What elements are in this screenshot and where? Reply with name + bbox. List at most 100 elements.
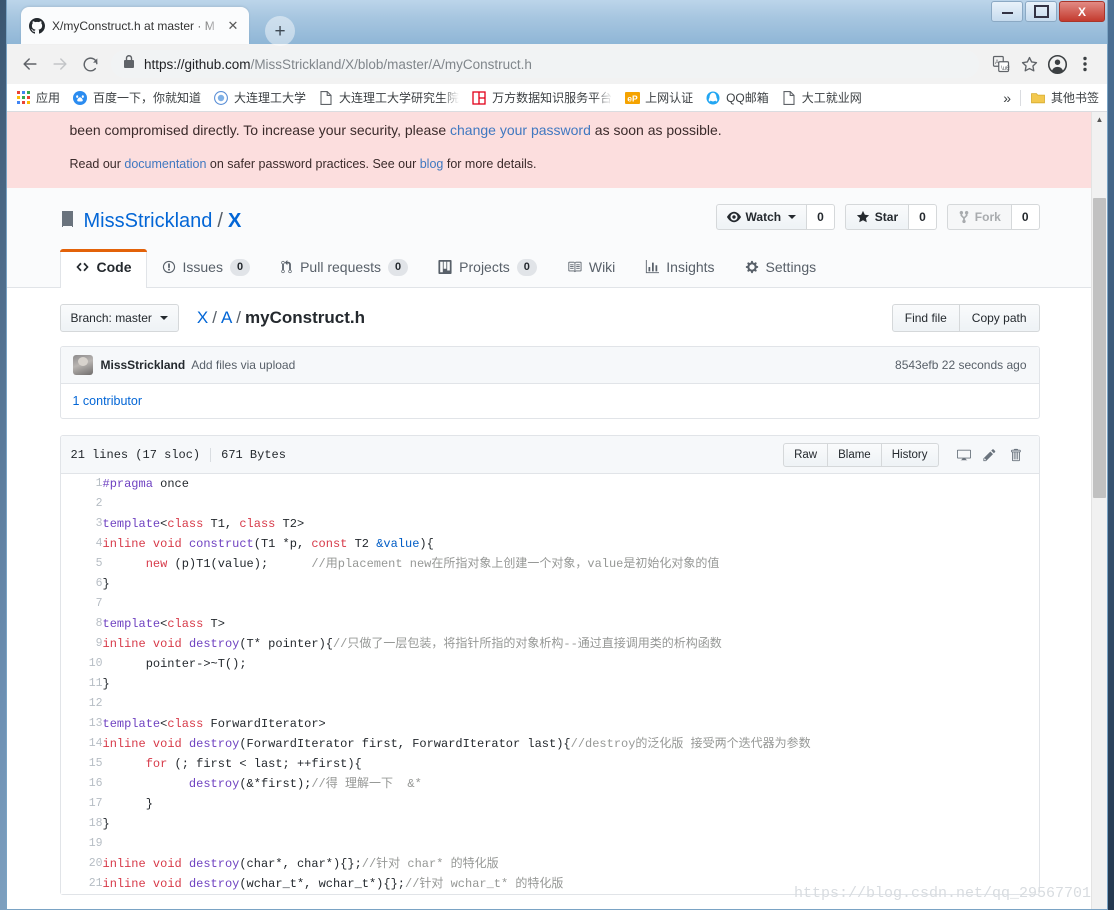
bookmark-apps[interactable]: 应用	[15, 89, 60, 106]
new-tab-button[interactable]: +	[265, 16, 295, 46]
history-button[interactable]: History	[881, 443, 939, 468]
line-content[interactable]: }	[103, 574, 1039, 594]
line-number[interactable]: 9	[60, 634, 103, 655]
reload-button[interactable]	[75, 49, 105, 79]
fork-count[interactable]: 0	[1011, 203, 1040, 230]
maximize-button[interactable]	[1025, 1, 1057, 22]
minimize-button[interactable]	[991, 1, 1023, 22]
close-window-button[interactable]: X	[1059, 1, 1105, 22]
tab-wiki[interactable]: Wiki	[552, 249, 630, 287]
scrollbar-thumb[interactable]	[1093, 198, 1106, 498]
breadcrumb-folder[interactable]: A	[221, 308, 232, 327]
watch-button[interactable]: Watch	[715, 203, 808, 230]
line-content[interactable]: destroy(&*first);//得 理解一下 &*	[103, 774, 1039, 794]
line-content[interactable]: inline void destroy(char*, char*){};//针对…	[103, 854, 1039, 874]
bookmark-dlut[interactable]: 大连理工大学	[213, 89, 306, 106]
tab-code[interactable]: Code	[59, 248, 147, 289]
commit-author[interactable]: MissStrickland	[101, 358, 186, 372]
documentation-link[interactable]: documentation	[124, 157, 206, 171]
tab-issues[interactable]: Issues 0	[147, 249, 266, 287]
watch-count[interactable]: 0	[807, 203, 835, 230]
scroll-up-arrow[interactable]: ▲	[1092, 112, 1107, 127]
browser-tab[interactable]: X/myConstruct.h at master · M ✕	[21, 7, 249, 44]
line-content[interactable]: inline void destroy(wchar_t*, wchar_t*){…	[103, 874, 1039, 894]
line-number[interactable]: 19	[60, 834, 103, 855]
line-number[interactable]: 20	[60, 854, 103, 875]
line-number[interactable]: 2	[60, 494, 103, 515]
desktop-download-icon[interactable]	[951, 444, 977, 466]
bookmarks-overflow-button[interactable]: »	[1003, 90, 1011, 106]
line-content[interactable]: #pragma once	[103, 474, 1039, 494]
line-content[interactable]	[103, 494, 1039, 514]
line-number[interactable]: 14	[60, 734, 103, 755]
find-file-button[interactable]: Find file	[891, 304, 960, 333]
star-count[interactable]: 0	[909, 203, 937, 230]
tab-pull-requests[interactable]: Pull requests 0	[265, 249, 423, 287]
kebab-menu-icon[interactable]	[1071, 50, 1099, 78]
line-number[interactable]: 6	[60, 574, 103, 595]
tab-projects[interactable]: Projects 0	[423, 249, 552, 287]
line-content[interactable]: }	[103, 814, 1039, 834]
line-number[interactable]: 4	[60, 534, 103, 555]
line-number[interactable]: 11	[60, 674, 103, 695]
translate-icon[interactable]: A\u6587	[987, 50, 1015, 78]
line-number[interactable]: 21	[60, 874, 103, 895]
bookmark-dlut-grad[interactable]: 大连理工大学研究生院	[318, 89, 459, 106]
forward-button[interactable]	[45, 49, 75, 79]
line-content[interactable]	[103, 594, 1039, 614]
commit-sha[interactable]: 8543efb	[895, 358, 938, 372]
line-content[interactable]: for (; first < last; ++first){	[103, 754, 1039, 774]
line-content[interactable]	[103, 694, 1039, 714]
line-number[interactable]: 12	[60, 694, 103, 715]
line-content[interactable]	[103, 834, 1039, 854]
line-content[interactable]: inline void construct(T1 *p, const T2 &v…	[103, 534, 1039, 554]
line-number[interactable]: 15	[60, 754, 103, 775]
back-button[interactable]	[15, 49, 45, 79]
line-number[interactable]: 3	[60, 514, 103, 535]
line-number[interactable]: 10	[60, 654, 103, 675]
avatar-icon[interactable]	[1043, 50, 1071, 78]
bookmark-dgjob[interactable]: 大工就业网	[781, 89, 862, 106]
close-icon[interactable]: ✕	[225, 18, 241, 34]
copy-path-button[interactable]: Copy path	[959, 304, 1040, 333]
line-number[interactable]: 18	[60, 814, 103, 835]
bookmark-qqmail[interactable]: QQ邮箱	[705, 89, 769, 106]
bookmark-ep[interactable]: eP 上网认证	[624, 89, 693, 106]
fork-button[interactable]: Fork	[946, 203, 1012, 230]
line-number[interactable]: 17	[60, 794, 103, 815]
line-content[interactable]: }	[103, 674, 1039, 694]
breadcrumb-root[interactable]: X	[197, 308, 208, 327]
line-content[interactable]: template<class ForwardIterator>	[103, 714, 1039, 734]
tab-insights[interactable]: Insights	[630, 249, 729, 287]
line-content[interactable]: inline void destroy(ForwardIterator firs…	[103, 734, 1039, 754]
change-password-link[interactable]: change your password	[450, 122, 591, 138]
page-scrollbar[interactable]: ▲	[1091, 112, 1107, 909]
bookmark-baidu[interactable]: 百度一下，你就知道	[72, 89, 201, 106]
line-number[interactable]: 5	[60, 554, 103, 575]
line-content[interactable]: pointer->~T();	[103, 654, 1039, 674]
blame-button[interactable]: Blame	[828, 443, 882, 468]
star-icon[interactable]	[1015, 50, 1043, 78]
line-content[interactable]: inline void destroy(T* pointer){//只做了一层包…	[103, 634, 1039, 654]
line-content[interactable]: template<class T1, class T2>	[103, 514, 1039, 534]
line-number[interactable]: 8	[60, 614, 103, 635]
line-content[interactable]: template<class T>	[103, 614, 1039, 634]
avatar[interactable]	[72, 355, 93, 376]
raw-button[interactable]: Raw	[783, 443, 829, 468]
contributors-link[interactable]: 1 contributor	[73, 394, 142, 408]
trash-delete-icon[interactable]	[1003, 444, 1029, 466]
repo-owner-link[interactable]: MissStrickland	[84, 210, 213, 233]
star-button[interactable]: Star	[844, 203, 910, 230]
branch-selector-button[interactable]: Branch: master	[59, 304, 179, 333]
line-content[interactable]: new (p)T1(value); //用placement new在所指对象上…	[103, 554, 1039, 574]
bookmark-other[interactable]: 其他书签	[1030, 89, 1099, 106]
line-content[interactable]: }	[103, 794, 1039, 814]
line-number[interactable]: 13	[60, 714, 103, 735]
pencil-edit-icon[interactable]	[977, 444, 1003, 466]
blog-link[interactable]: blog	[420, 157, 444, 171]
line-number[interactable]: 16	[60, 774, 103, 795]
bookmark-wanfang[interactable]: 万方数据知识服务平台	[471, 89, 612, 106]
repo-name-link[interactable]: X	[228, 210, 241, 233]
line-number[interactable]: 1	[60, 474, 103, 495]
commit-message[interactable]: Add files via upload	[191, 358, 295, 372]
